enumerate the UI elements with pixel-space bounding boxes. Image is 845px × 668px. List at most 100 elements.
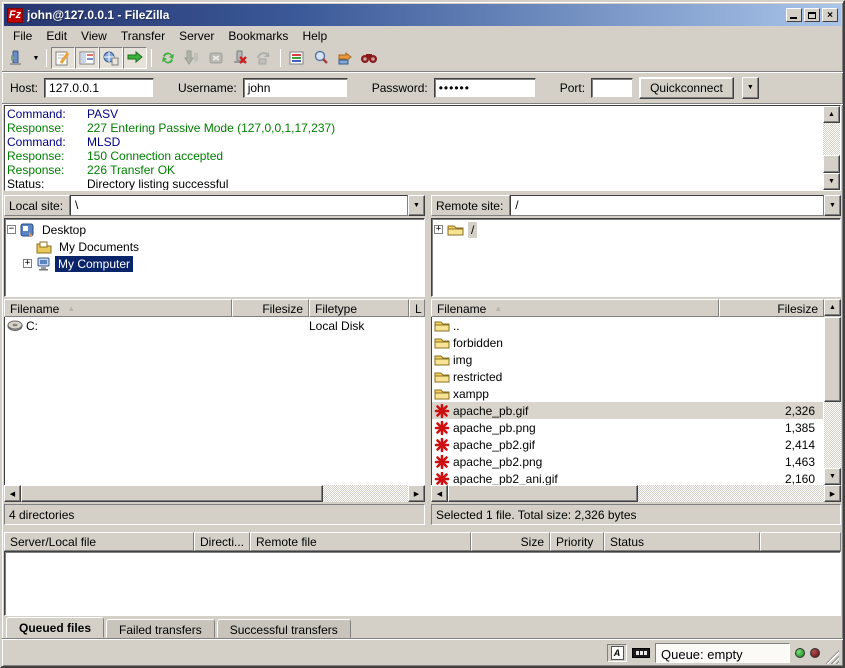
- synchronized-browsing-button[interactable]: [333, 47, 357, 69]
- tree-label[interactable]: /: [468, 222, 477, 238]
- file-row-apache-pb-png[interactable]: apache_pb.png1,385: [432, 419, 823, 436]
- collapse-icon[interactable]: −: [7, 225, 16, 234]
- scroll-track[interactable]: [823, 123, 840, 155]
- site-manager-button[interactable]: [6, 47, 30, 69]
- remote-file-list[interactable]: .. forbidden img restricted xampp apache…: [431, 317, 824, 485]
- tree-item-root[interactable]: + /: [434, 221, 838, 238]
- menu-view[interactable]: View: [74, 27, 114, 45]
- speed-limit-icon[interactable]: [632, 648, 650, 658]
- quickconnect-button[interactable]: Quickconnect: [639, 77, 734, 99]
- menu-server[interactable]: Server: [172, 27, 221, 45]
- scroll-left-icon[interactable]: ◀: [431, 485, 448, 502]
- scroll-left-icon[interactable]: ◀: [4, 485, 21, 502]
- queue-list[interactable]: [4, 551, 841, 616]
- minimize-button[interactable]: [786, 8, 802, 22]
- process-queue-button[interactable]: [180, 47, 204, 69]
- cancel-button[interactable]: [204, 47, 228, 69]
- tab-queued-files[interactable]: Queued files: [6, 617, 104, 638]
- column-server-local-file[interactable]: Server/Local file: [4, 532, 194, 551]
- username-input[interactable]: john: [243, 78, 348, 98]
- site-manager-dropdown[interactable]: ▼: [30, 47, 42, 69]
- directory-comparison-button[interactable]: [309, 47, 333, 69]
- menu-transfer[interactable]: Transfer: [114, 27, 172, 45]
- title-bar[interactable]: Fz john@127.0.0.1 - FileZilla ×: [4, 4, 841, 26]
- disconnect-button[interactable]: [228, 47, 252, 69]
- remote-horizontal-scrollbar[interactable]: ◀ ▶: [431, 485, 841, 502]
- find-files-button[interactable]: [357, 47, 381, 69]
- scroll-track[interactable]: [824, 402, 841, 468]
- scroll-right-icon[interactable]: ▶: [824, 485, 841, 502]
- tree-label[interactable]: My Documents: [56, 239, 142, 255]
- refresh-button[interactable]: [156, 47, 180, 69]
- file-row-restricted[interactable]: restricted: [432, 368, 823, 385]
- local-site-combo[interactable]: \ ▼: [70, 195, 425, 216]
- remote-vertical-scrollbar[interactable]: ▼: [824, 317, 841, 485]
- scroll-thumb[interactable]: [448, 485, 638, 502]
- port-input[interactable]: [591, 78, 633, 98]
- file-row-apache-pb-gif[interactable]: apache_pb.gif2,326: [432, 402, 823, 419]
- toggle-local-tree-button[interactable]: [75, 47, 99, 69]
- scroll-down-icon[interactable]: ▼: [823, 173, 840, 190]
- tab-successful-transfers[interactable]: Successful transfers: [217, 619, 351, 638]
- tree-label[interactable]: My Computer: [55, 256, 133, 272]
- toggle-queue-button[interactable]: [123, 47, 147, 69]
- menu-edit[interactable]: Edit: [39, 27, 74, 45]
- queue-splitter[interactable]: [2, 525, 843, 532]
- tab-failed-transfers[interactable]: Failed transfers: [106, 619, 215, 638]
- password-input[interactable]: ••••••: [434, 78, 536, 98]
- local-file-list[interactable]: C: Local Disk: [4, 317, 425, 485]
- local-horizontal-scrollbar[interactable]: ◀ ▶: [4, 485, 425, 502]
- file-row-apache-pb2-gif[interactable]: apache_pb2.gif2,414: [432, 436, 823, 453]
- host-input[interactable]: 127.0.0.1: [44, 78, 154, 98]
- scroll-thumb[interactable]: [21, 485, 323, 502]
- file-row-xampp[interactable]: xampp: [432, 385, 823, 402]
- file-row-apache-pb2-ani-gif[interactable]: apache_pb2_ani.gif2,160: [432, 470, 823, 485]
- expand-icon[interactable]: +: [23, 259, 32, 268]
- tree-item-my-computer[interactable]: + My Computer: [23, 255, 422, 272]
- file-row-forbidden[interactable]: forbidden: [432, 334, 823, 351]
- scroll-right-icon[interactable]: ▶: [408, 485, 425, 502]
- tree-item-desktop[interactable]: − Desktop: [7, 221, 422, 238]
- menu-file[interactable]: File: [6, 27, 39, 45]
- remote-site-dropdown[interactable]: ▼: [824, 195, 841, 216]
- toggle-remote-tree-button[interactable]: [99, 47, 123, 69]
- scroll-track[interactable]: [638, 485, 824, 502]
- column-direction[interactable]: Directi...: [194, 532, 250, 551]
- scroll-track[interactable]: [323, 485, 408, 502]
- expand-icon[interactable]: +: [434, 225, 443, 234]
- file-row-parent[interactable]: ..: [432, 317, 823, 334]
- remote-site-value[interactable]: /: [510, 195, 824, 216]
- column-filetype[interactable]: Filetype: [309, 299, 409, 317]
- column-last-modified[interactable]: L: [409, 299, 425, 317]
- column-filesize[interactable]: Filesize: [719, 299, 824, 317]
- column-filename[interactable]: Filename▲: [4, 299, 232, 317]
- resize-grip[interactable]: [825, 650, 839, 664]
- menu-help[interactable]: Help: [295, 27, 334, 45]
- remote-site-combo[interactable]: / ▼: [510, 195, 841, 216]
- file-row-c-drive[interactable]: C: Local Disk: [5, 317, 424, 334]
- close-button[interactable]: ×: [822, 8, 838, 22]
- column-size[interactable]: Size: [471, 532, 550, 551]
- maximize-button[interactable]: [804, 8, 820, 22]
- column-status[interactable]: Status: [604, 532, 760, 551]
- file-row-apache-pb2-png[interactable]: apache_pb2.png1,463: [432, 453, 823, 470]
- local-site-value[interactable]: \: [70, 195, 408, 216]
- file-row-img[interactable]: img: [432, 351, 823, 368]
- quickconnect-dropdown[interactable]: ▼: [742, 77, 759, 99]
- column-remote-file[interactable]: Remote file: [250, 532, 471, 551]
- column-filename[interactable]: Filename▲: [431, 299, 719, 317]
- reconnect-button[interactable]: [252, 47, 276, 69]
- tree-item-my-documents[interactable]: My Documents: [23, 238, 422, 255]
- scroll-thumb[interactable]: [823, 155, 840, 173]
- scroll-up-icon[interactable]: ▲: [824, 299, 841, 316]
- menu-bookmarks[interactable]: Bookmarks: [221, 27, 295, 45]
- column-filesize[interactable]: Filesize: [232, 299, 309, 317]
- scroll-up-icon[interactable]: ▲: [823, 106, 840, 123]
- local-site-dropdown[interactable]: ▼: [408, 195, 425, 216]
- data-type-indicator[interactable]: A: [607, 644, 627, 662]
- scroll-thumb[interactable]: [824, 317, 841, 402]
- tree-label[interactable]: Desktop: [39, 222, 89, 238]
- log-vertical-scrollbar[interactable]: ▲ ▼: [823, 106, 840, 190]
- column-priority[interactable]: Priority: [550, 532, 604, 551]
- scroll-down-icon[interactable]: ▼: [824, 468, 841, 485]
